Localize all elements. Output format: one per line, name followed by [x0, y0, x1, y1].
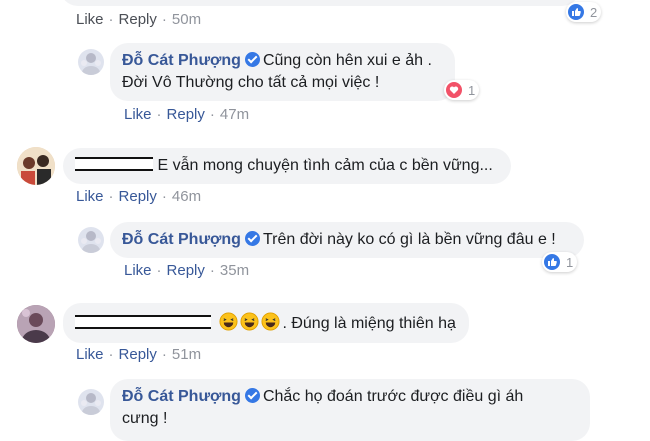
like-reaction-icon	[568, 4, 584, 20]
like-link[interactable]: Like	[76, 11, 104, 28]
author-name[interactable]: Đỗ Cát Phượng	[122, 231, 241, 248]
reaction-count: 2	[590, 4, 598, 20]
reply-link[interactable]: Reply	[119, 188, 157, 205]
reaction-count-badge[interactable]: 2	[566, 2, 602, 22]
verified-icon	[244, 231, 260, 246]
comment-text: Trên đời này ko có gì là bền vững đâu e …	[262, 231, 556, 248]
verified-icon	[244, 52, 260, 67]
avatar[interactable]	[17, 147, 55, 185]
timestamp[interactable]: 46m	[172, 188, 201, 205]
timestamp[interactable]: 35m	[220, 262, 249, 279]
reply-link[interactable]: Reply	[119, 346, 157, 363]
verified-icon	[244, 388, 260, 403]
laughing-emoji-icon	[261, 312, 280, 338]
avatar[interactable]	[78, 389, 104, 415]
like-reaction-icon	[544, 254, 560, 270]
comment-bubble: . Đúng là miệng thiên hạ	[63, 303, 469, 343]
avatar[interactable]	[17, 305, 55, 343]
comment-actions: Like · Reply · 50m	[76, 11, 202, 28]
comment-actions: Like · Reply · 51m	[76, 346, 202, 363]
comment-actions: Like · Reply · 35m	[124, 262, 250, 279]
reaction-count-badge[interactable]: 1	[542, 252, 578, 272]
laughing-emoji-icon	[219, 312, 238, 338]
comment-text: . Đúng là miệng thiên hạ	[282, 315, 456, 332]
comment-text: E vẫn mong chuyện tình cảm của c bền vữn…	[157, 157, 493, 174]
timestamp[interactable]: 47m	[220, 106, 249, 123]
redacted-name	[75, 157, 153, 171]
reply-link[interactable]: Reply	[167, 106, 205, 123]
love-reaction-icon	[446, 82, 462, 98]
timestamp[interactable]: 51m	[172, 346, 201, 363]
like-link[interactable]: Like	[124, 262, 152, 279]
comment-text-line2: cưng !	[122, 410, 168, 427]
reaction-count-badge[interactable]: 1	[444, 80, 480, 100]
reply-link[interactable]: Reply	[167, 262, 205, 279]
reply-bubble: Đỗ Cát Phượng Cũng còn hên xui e ảh . Đời…	[110, 43, 455, 101]
timestamp[interactable]: 50m	[172, 11, 201, 28]
like-link[interactable]: Like	[76, 346, 104, 363]
comment-text-line2: Đời Vô Thường cho tất cả mọi việc !	[122, 74, 380, 91]
comment-actions: Like · Reply · 46m	[76, 188, 202, 205]
avatar[interactable]	[78, 49, 104, 75]
like-link[interactable]: Like	[124, 106, 152, 123]
reply-bubble: Đỗ Cát Phượng Trên đời này ko có gì là bề…	[110, 222, 584, 258]
comment-text: Cũng còn hên xui e ảh .	[262, 52, 432, 69]
laughing-emoji-icon	[240, 312, 259, 338]
comment-bubble-top-partial	[60, 0, 580, 6]
reply-bubble: Đỗ Cát Phượng Chắc họ đoán trước được điề…	[110, 379, 590, 441]
author-name[interactable]: Đỗ Cát Phượng	[122, 52, 241, 69]
comment-text: Chắc họ đoán trước được điều gì áh	[262, 388, 524, 405]
comment-actions: Like · Reply · 47m	[124, 106, 250, 123]
reaction-count: 1	[468, 82, 476, 98]
reaction-count: 1	[566, 254, 574, 270]
redacted-name	[75, 315, 211, 329]
comment-bubble: E vẫn mong chuyện tình cảm của c bền vữn…	[63, 148, 511, 184]
reply-link[interactable]: Reply	[119, 11, 157, 28]
like-link[interactable]: Like	[76, 188, 104, 205]
author-name[interactable]: Đỗ Cát Phượng	[122, 388, 241, 405]
avatar[interactable]	[78, 227, 104, 253]
